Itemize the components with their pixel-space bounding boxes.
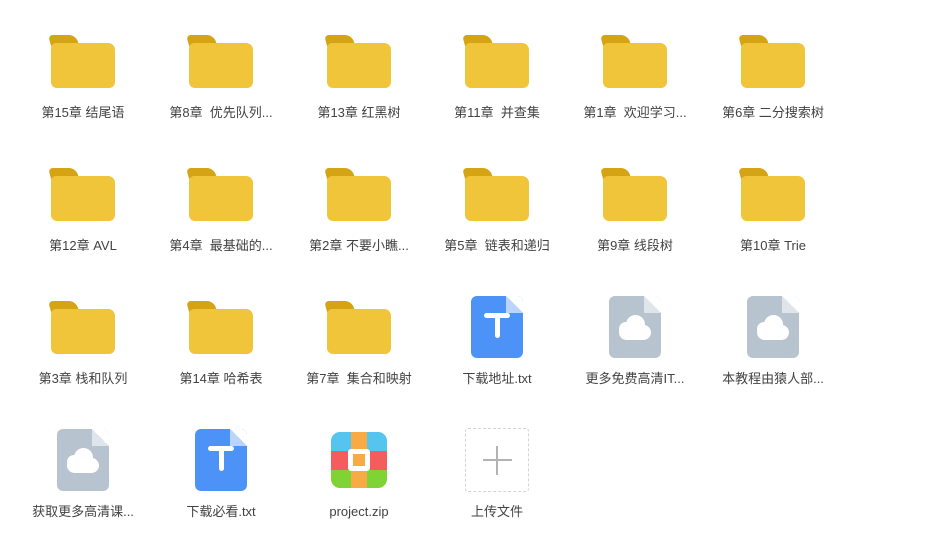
iconbox [465,28,529,94]
folder-icon [741,35,805,88]
folder-icon [465,35,529,88]
item-label: 第14章 哈希表 [179,371,262,387]
text-file-icon [195,429,247,491]
folder-item[interactable]: 第4章 最基础的... [152,151,290,284]
item-label: 第5章 链表和递归 [444,238,549,254]
iconbox [51,28,115,94]
folder-item[interactable]: 第11章 并查集 [428,18,566,151]
cloud-file-icon [747,296,799,358]
item-label: project.zip [329,504,388,520]
item-label: 第6章 二分搜索树 [722,105,824,121]
item-label: 第9章 线段树 [597,238,673,254]
iconbox [195,427,247,493]
cloud-file-icon [57,429,109,491]
file-item[interactable]: 本教程由猿人部... [704,284,842,417]
folder-icon [51,35,115,88]
folder-item[interactable]: 第10章 Trie [704,151,842,284]
iconbox [465,427,529,493]
item-label: 第15章 结尾语 [41,105,124,121]
iconbox [327,294,391,360]
item-label: 第10章 Trie [740,238,806,254]
zip-file-item[interactable]: project.zip [290,417,428,550]
iconbox [471,294,523,360]
upload-button[interactable]: 上传文件 [428,417,566,550]
folder-item[interactable]: 第9章 线段树 [566,151,704,284]
iconbox [465,161,529,227]
iconbox [51,161,115,227]
folder-icon [327,168,391,221]
item-label: 第2章 不要小瞧... [309,238,409,254]
item-label: 本教程由猿人部... [722,371,824,387]
folder-item[interactable]: 第2章 不要小瞧... [290,151,428,284]
folder-item[interactable]: 第5章 链表和递归 [428,151,566,284]
folder-icon [51,301,115,354]
folder-icon [327,35,391,88]
iconbox [331,427,387,493]
iconbox [51,294,115,360]
item-label: 第11章 并查集 [454,105,540,121]
item-label: 第4章 最基础的... [169,238,272,254]
iconbox [57,427,109,493]
iconbox [603,161,667,227]
folder-icon [189,168,253,221]
zip-archive-icon [331,432,387,488]
item-label: 第8章 优先队列... [169,105,272,121]
folder-item[interactable]: 第8章 优先队列... [152,18,290,151]
folder-icon [603,35,667,88]
folder-icon [189,301,253,354]
item-label: 获取更多高清课... [32,504,134,520]
iconbox [747,294,799,360]
folder-item[interactable]: 第3章 栈和队列 [14,284,152,417]
item-label: 第12章 AVL [49,238,117,254]
folder-item[interactable]: 第14章 哈希表 [152,284,290,417]
item-label: 第13章 红黑树 [317,105,400,121]
iconbox [189,294,253,360]
item-label: 上传文件 [471,504,523,520]
item-label: 第1章 欢迎学习... [583,105,686,121]
folder-icon [51,168,115,221]
item-label: 下载必看.txt [186,504,255,520]
iconbox [327,161,391,227]
item-label: 第3章 栈和队列 [39,371,128,387]
folder-item[interactable]: 第6章 二分搜索树 [704,18,842,151]
item-label: 下载地址.txt [462,371,531,387]
file-item[interactable]: 获取更多高清课... [14,417,152,550]
folder-icon [189,35,253,88]
folder-item[interactable]: 第15章 结尾语 [14,18,152,151]
folder-icon [603,168,667,221]
item-label: 第7章 集合和映射 [306,371,411,387]
iconbox [189,28,253,94]
text-file-icon [471,296,523,358]
file-grid: 第15章 结尾语 第8章 优先队列... 第13章 红黑树 第11章 并查集 第… [14,18,842,550]
iconbox [609,294,661,360]
iconbox [189,161,253,227]
file-item[interactable]: 更多免费高清IT... [566,284,704,417]
folder-icon [741,168,805,221]
folder-item[interactable]: 第7章 集合和映射 [290,284,428,417]
folder-icon [327,301,391,354]
iconbox [741,161,805,227]
txt-file-item[interactable]: 下载必看.txt [152,417,290,550]
folder-item[interactable]: 第12章 AVL [14,151,152,284]
iconbox [327,28,391,94]
folder-item[interactable]: 第13章 红黑树 [290,18,428,151]
txt-file-item[interactable]: 下载地址.txt [428,284,566,417]
item-label: 更多免费高清IT... [586,371,685,387]
cloud-file-icon [609,296,661,358]
folder-icon [465,168,529,221]
iconbox [603,28,667,94]
folder-item[interactable]: 第1章 欢迎学习... [566,18,704,151]
plus-icon [465,428,529,492]
iconbox [741,28,805,94]
